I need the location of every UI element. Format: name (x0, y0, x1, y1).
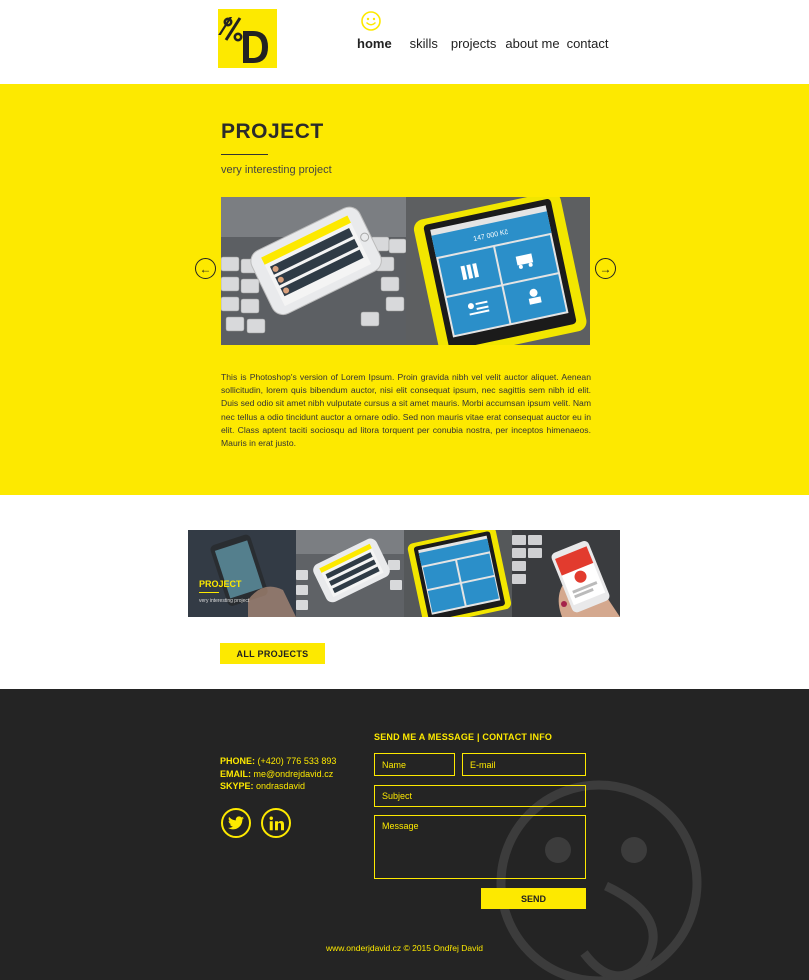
logo[interactable]: ⁄ (218, 9, 277, 68)
skype-label: SKYPE: (220, 781, 254, 791)
site-footer: PHONE: (+420) 776 533 893 EMAIL: me@ondr… (0, 689, 809, 980)
project-thumbnails: PROJECT very interesting project (188, 530, 620, 617)
linkedin-icon (269, 816, 284, 830)
contact-form-title: SEND ME A MESSAGE | CONTACT INFO (374, 732, 553, 742)
contact-skype: SKYPE: ondrasdavid (220, 780, 305, 792)
slide-image-phone-keyboard (221, 197, 406, 345)
message-textarea[interactable] (374, 815, 586, 879)
thumbnail-title: PROJECT (199, 579, 242, 589)
phone-label: PHONE: (220, 756, 256, 766)
smiley-icon (361, 11, 381, 31)
skype-value: ondrasdavid (256, 781, 306, 791)
email-value[interactable]: me@ondrejdavid.cz (254, 769, 334, 779)
title-divider (221, 154, 268, 155)
nav-contact[interactable]: contact (567, 36, 609, 52)
main-nav: home skills projects about me contact (357, 36, 609, 52)
thumbnail-2[interactable] (296, 530, 404, 617)
thumbnail-subtitle: very interesting project (199, 598, 250, 604)
copyright: www.onderjdavid.cz © 2015 Ondřej David (326, 943, 483, 953)
project-section: PROJECT very interesting project ← 147 0… (0, 84, 809, 495)
send-button[interactable]: SEND (481, 888, 586, 909)
nav-skills[interactable]: skills (410, 36, 438, 52)
twitter-button[interactable] (221, 808, 251, 838)
subject-input[interactable] (374, 785, 586, 807)
slider-prev-button[interactable]: ← (195, 258, 216, 279)
phone-value: (+420) 776 533 893 (257, 756, 337, 766)
project-description: This is Photoshop's version of Lorem Ips… (221, 372, 591, 449)
arrow-left-icon: ← (199, 261, 212, 276)
site-header: ⁄ home skills projects about me contact (0, 0, 809, 84)
email-input[interactable] (462, 753, 586, 776)
slider-next-button[interactable]: → (595, 258, 616, 279)
contact-phone: PHONE: (+420) 776 533 893 (220, 755, 336, 767)
name-input[interactable] (374, 753, 455, 776)
arrow-right-icon: → (599, 261, 612, 276)
project-subtitle: very interesting project (221, 164, 332, 176)
nav-about-me[interactable]: about me (505, 36, 559, 52)
thumbnail-1[interactable]: PROJECT very interesting project (188, 530, 296, 617)
contact-email: EMAIL: me@ondrejdavid.cz (220, 768, 333, 780)
email-label: EMAIL: (220, 769, 251, 779)
project-slider: 147 000 Kč (221, 197, 590, 345)
linkedin-button[interactable] (261, 808, 291, 838)
project-title: PROJECT (221, 120, 324, 143)
nav-home[interactable]: home (357, 36, 392, 52)
twitter-icon (228, 816, 244, 830)
slide-image-yellow-phone: 147 000 Kč (405, 197, 590, 345)
thumbnail-3[interactable] (404, 530, 512, 617)
thumbnail-divider (199, 592, 219, 593)
thumbnail-4[interactable] (512, 530, 620, 617)
nav-projects[interactable]: projects (451, 36, 497, 52)
logo-mark (223, 17, 268, 63)
all-projects-button[interactable]: ALL PROJECTS (220, 643, 325, 664)
